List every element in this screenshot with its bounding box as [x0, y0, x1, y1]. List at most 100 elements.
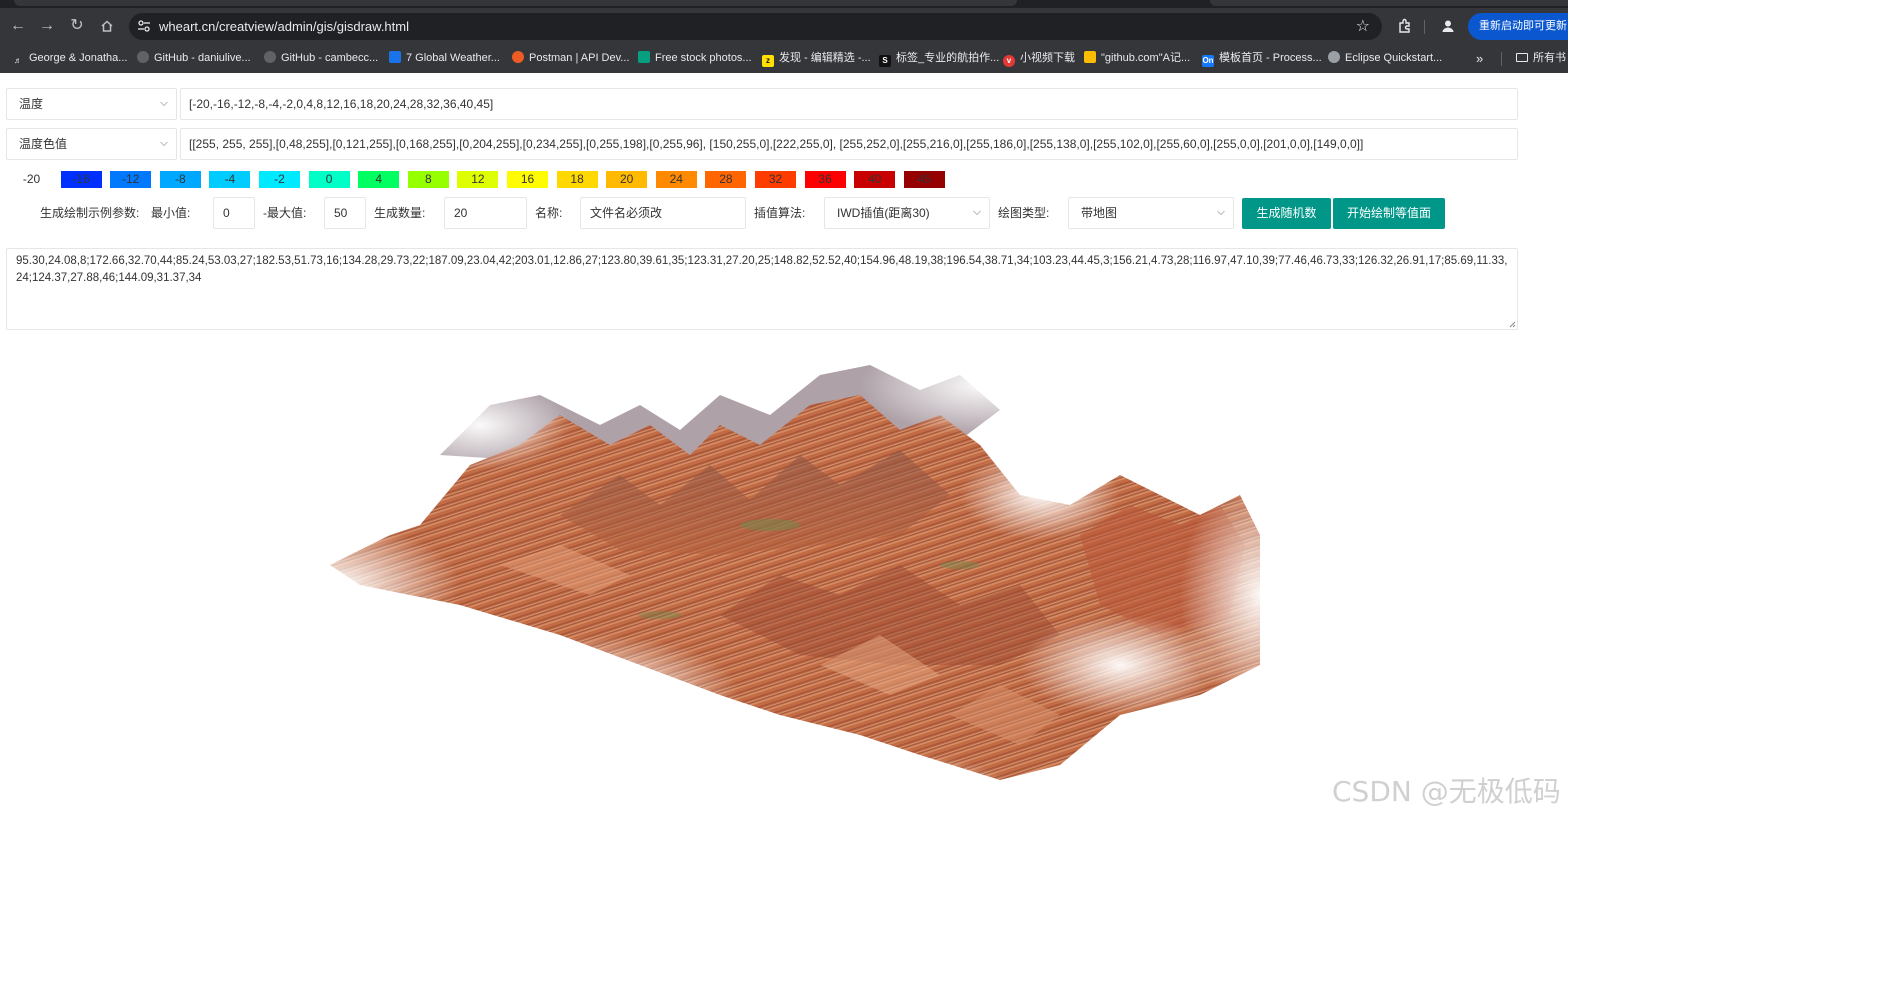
count-value: 20	[454, 206, 468, 220]
data-textarea-value: 95.30,24.08,8;172.66,32.70,44;85.24,53.0…	[16, 255, 1508, 284]
postman-favicon-icon	[512, 51, 524, 63]
legend-swatch: 28	[705, 171, 747, 188]
bookmarks-divider	[1501, 52, 1502, 66]
page-content: 温度 [-20,-16,-12,-8,-4,-2,0,4,8,12,16,18,…	[0, 73, 1568, 820]
bookmark-item[interactable]: 7 Global Weather...	[389, 44, 500, 73]
bookmark-item[interactable]: v 小视频下载	[1003, 44, 1075, 73]
legend-swatch: 45	[903, 171, 945, 188]
bookmark-item[interactable]: S 标签_专业的航拍作...	[879, 44, 999, 73]
legend-swatch: 36	[804, 171, 846, 188]
color-legend: -20 -16 -12 -8 -4 -2 0 4 8 12 16 18 20 24 28 32 36 40 45	[11, 171, 951, 188]
bookmarks-bar: ♬ George & Jonatha... GitHub - daniulive.…	[0, 44, 1568, 73]
extensions-icon[interactable]	[1393, 14, 1417, 38]
name-value: 文件名必须改	[590, 206, 663, 220]
toolbar-divider	[1424, 20, 1425, 34]
bookmark-item[interactable]: On 模板首页 - Process...	[1202, 44, 1322, 73]
bookmark-item[interactable]: z 发现 - 编辑精选 -...	[762, 44, 871, 73]
chevron-down-icon	[1217, 210, 1225, 216]
bookmark-item[interactable]: ♬ George & Jonatha...	[12, 44, 127, 73]
reload-icon[interactable]: ↻	[65, 14, 89, 38]
profile-icon[interactable]	[1436, 14, 1460, 38]
chevron-down-icon	[973, 210, 981, 216]
resize-grip-icon[interactable]	[1508, 320, 1516, 328]
generate-random-button[interactable]: 生成随机数	[1242, 198, 1331, 229]
bookmark-label: GitHub - cambecc...	[281, 52, 379, 64]
browser-tab-active[interactable]	[14, 0, 1017, 6]
tab-strip	[0, 0, 1568, 8]
legend-swatch: 32	[755, 171, 796, 188]
interp-label: 插值算法:	[754, 206, 806, 220]
more-bookmarks-chevron-icon[interactable]: »	[1476, 44, 1483, 73]
bookmark-item[interactable]: Eclipse Quickstart...	[1328, 44, 1442, 73]
skypixel-favicon-icon: S	[879, 55, 891, 67]
min-label: 最小值:	[151, 206, 191, 220]
bookmark-item[interactable]: GitHub - daniulive...	[137, 44, 251, 73]
count-label: 生成数量:	[374, 206, 426, 220]
legend-swatch: 8	[407, 171, 449, 188]
bookmark-item[interactable]: Postman | API Dev...	[512, 44, 629, 73]
legend-swatch: -2	[259, 171, 300, 188]
name-input[interactable]: 文件名必须改	[580, 197, 746, 229]
legend-swatch: -20	[11, 171, 52, 188]
colors-input-value: [[255, 255, 255],[0,48,255],[0,121,255],…	[189, 137, 1364, 151]
download-favicon-icon: v	[1003, 55, 1015, 67]
legend-swatch: 24	[655, 171, 697, 188]
bookmark-star-icon[interactable]: ☆	[1356, 13, 1370, 40]
relaunch-update-button[interactable]: 重新启动即可更新	[1468, 13, 1568, 40]
levels-input-value: [-20,-16,-12,-8,-4,-2,0,4,8,12,16,18,20,…	[189, 97, 494, 111]
bookmark-item[interactable]: Free stock photos...	[638, 44, 752, 73]
all-bookmarks-folder[interactable]: 所有书	[1516, 44, 1566, 73]
url-text[interactable]: wheart.cn/creatview/admin/gis/gisdraw.ht…	[159, 13, 409, 40]
bookmark-label: "github.com"A记...	[1101, 52, 1191, 64]
max-value-input[interactable]: 50	[324, 197, 366, 229]
field-select[interactable]: 温度	[6, 88, 177, 120]
pexels-favicon-icon	[638, 51, 650, 63]
bookmark-label: 7 Global Weather...	[406, 52, 500, 64]
bookmark-label: 标签_专业的航拍作...	[896, 52, 1000, 64]
browser-tab[interactable]	[1210, 0, 1568, 6]
legend-swatch: -4	[209, 171, 251, 188]
bookmark-label: George & Jonatha...	[29, 52, 128, 64]
home-icon[interactable]	[95, 14, 119, 38]
min-value-input[interactable]: 0	[213, 197, 255, 229]
legend-swatch: 4	[358, 171, 400, 188]
chevron-down-icon	[160, 101, 168, 107]
max-value: 50	[334, 206, 348, 220]
bookmark-label: Free stock photos...	[655, 52, 752, 64]
color-scheme-select[interactable]: 温度色值	[6, 128, 177, 160]
bookmark-item[interactable]: "github.com"A记...	[1084, 44, 1190, 73]
dns-favicon-icon	[1084, 51, 1096, 63]
colors-input[interactable]: [[255, 255, 255],[0,48,255],[0,121,255],…	[180, 128, 1518, 160]
legend-swatch: -16	[60, 171, 102, 188]
plot-type-select-value: 带地图	[1081, 206, 1118, 220]
data-textarea[interactable]: 95.30,24.08,8;172.66,32.70,44;85.24,53.0…	[6, 248, 1518, 330]
legend-swatch: -8	[159, 171, 201, 188]
site-info-icon[interactable]	[137, 19, 151, 33]
plot-type-select[interactable]: 带地图	[1068, 197, 1234, 229]
params-title: 生成绘制示例参数:	[40, 206, 140, 220]
github-favicon-icon	[264, 51, 276, 63]
plot-type-label: 绘图类型:	[998, 206, 1050, 220]
all-bookmarks-label: 所有书	[1533, 52, 1566, 64]
globe-favicon-icon	[1328, 51, 1340, 63]
count-input[interactable]: 20	[444, 197, 527, 229]
forward-arrow-icon[interactable]: →	[35, 14, 59, 38]
weather-favicon-icon	[389, 51, 401, 63]
back-arrow-icon[interactable]: ←	[6, 14, 30, 38]
interp-select[interactable]: IWD插值(距离30)	[824, 197, 990, 229]
zcool-favicon-icon: z	[762, 55, 774, 67]
address-bar[interactable]: wheart.cn/creatview/admin/gis/gisdraw.ht…	[129, 13, 1382, 40]
browser-toolbar: ← → ↻ wheart.cn/creatview/admin/gis/gisd…	[0, 8, 1568, 44]
github-favicon-icon	[137, 51, 149, 63]
legend-swatch: 0	[308, 171, 350, 188]
draw-contour-button[interactable]: 开始绘制等值面	[1333, 198, 1445, 229]
bookmark-label: Postman | API Dev...	[529, 52, 630, 64]
bookmark-item[interactable]: GitHub - cambecc...	[264, 44, 378, 73]
name-label: 名称:	[535, 206, 563, 220]
min-value: 0	[223, 206, 230, 220]
levels-input[interactable]: [-20,-16,-12,-8,-4,-2,0,4,8,12,16,18,20,…	[180, 88, 1518, 120]
legend-swatch: 16	[507, 171, 548, 188]
processon-favicon-icon: On	[1202, 55, 1214, 67]
bookmark-label: 发现 - 编辑精选 -...	[779, 52, 871, 64]
legend-swatch: 12	[457, 171, 499, 188]
